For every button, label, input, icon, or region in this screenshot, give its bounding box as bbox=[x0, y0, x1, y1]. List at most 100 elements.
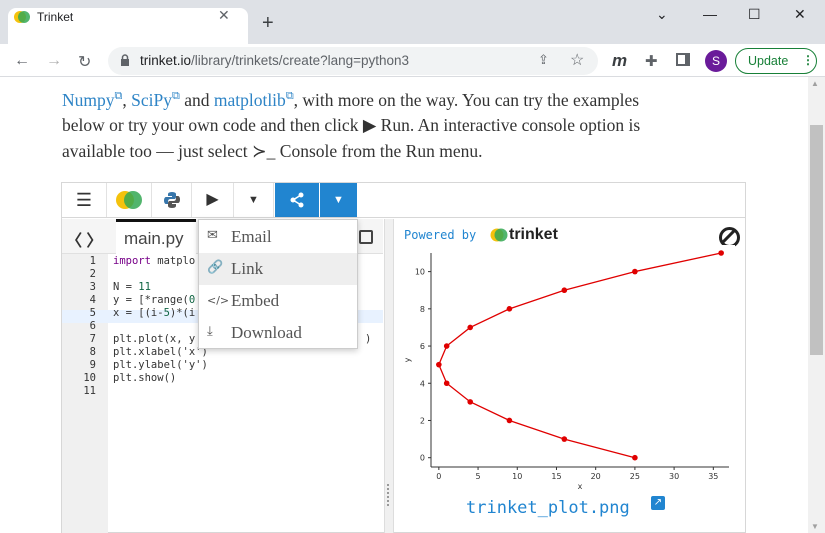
menu-item-email[interactable]: ✉ Email bbox=[199, 221, 357, 253]
intro-line2: below or try your own code and then clic… bbox=[62, 115, 641, 136]
close-window-button[interactable]: ✕ bbox=[794, 6, 806, 23]
code-line: N = 11 bbox=[113, 281, 151, 293]
plot-file-link[interactable]: trinket_plot.png bbox=[466, 498, 630, 518]
line-number: 4 bbox=[89, 294, 96, 306]
x-tick-label: 30 bbox=[669, 472, 679, 481]
plot-chart: 0 5 10 15 20 25 30 35 0 2 4 6 8 10 x y bbox=[404, 245, 735, 493]
line-number: 1 bbox=[89, 255, 96, 267]
menu-item-download[interactable]: ⤓ Download bbox=[199, 317, 357, 349]
share-button[interactable] bbox=[275, 183, 319, 217]
extensions-puzzle-icon[interactable]: ✚ bbox=[645, 52, 658, 70]
code-nav-arrows-icon[interactable]: 〈 〉 bbox=[66, 227, 102, 251]
line-number: 3 bbox=[89, 281, 96, 293]
data-point bbox=[561, 287, 568, 294]
update-button[interactable]: Update ⋮ bbox=[735, 48, 817, 74]
code-line: y = [*range(0 bbox=[113, 294, 196, 306]
side-panel-icon[interactable] bbox=[676, 53, 690, 66]
share-menu-caret-icon[interactable]: ▼ bbox=[320, 183, 357, 217]
line-number: 7 bbox=[89, 333, 96, 345]
data-point bbox=[718, 250, 724, 256]
splitter-grip[interactable] bbox=[387, 484, 391, 506]
code-line: plt.xlabel('x') bbox=[113, 346, 208, 358]
menu-item-label: Email bbox=[231, 227, 272, 246]
profile-avatar[interactable]: S bbox=[705, 50, 727, 72]
tab-close-icon[interactable]: ✕ bbox=[218, 7, 230, 24]
y-tick-label: 4 bbox=[420, 379, 425, 388]
trinket-logo-icon bbox=[14, 11, 30, 23]
y-tick-label: 10 bbox=[415, 268, 425, 277]
more-menu-icon[interactable]: ⋮ bbox=[802, 53, 814, 67]
update-label: Update bbox=[748, 54, 789, 68]
external-link-icon: ⧉ bbox=[114, 90, 123, 102]
powered-by-label: Powered by bbox=[404, 228, 477, 242]
share-icon bbox=[290, 192, 304, 208]
x-tick-label: 10 bbox=[512, 472, 522, 481]
data-point bbox=[561, 436, 568, 442]
data-point bbox=[467, 324, 474, 331]
menu-item-embed[interactable]: </> Embed bbox=[199, 285, 357, 317]
external-link-icon: ⧉ bbox=[285, 90, 294, 102]
data-point bbox=[632, 454, 638, 461]
line-number: 6 bbox=[89, 320, 96, 332]
x-tick-label: 5 bbox=[476, 472, 481, 481]
back-icon[interactable]: ← bbox=[14, 52, 30, 70]
menu-item-label: Embed bbox=[231, 291, 280, 310]
file-name: main.py bbox=[124, 229, 184, 248]
code-line: plt.ylabel('y') bbox=[113, 359, 208, 371]
matplotlib-link[interactable]: matplotlib bbox=[214, 90, 286, 110]
intro-paragraph: Numpy⧉, SciPy⧉ and matplotlib⧉, with mor… bbox=[62, 89, 641, 161]
minimize-button[interactable]: — bbox=[703, 6, 717, 22]
open-external-icon[interactable]: ↗ bbox=[651, 496, 665, 510]
line-number: 10 bbox=[83, 372, 96, 384]
run-button[interactable]: ▶ bbox=[192, 183, 234, 217]
code-line: plt.show() bbox=[113, 372, 177, 384]
scroll-down-icon[interactable]: ▼ bbox=[811, 522, 819, 531]
line-number: 8 bbox=[89, 346, 96, 358]
menu-item-label: Link bbox=[231, 259, 264, 278]
menu-item-link[interactable]: 🔗 Link bbox=[199, 253, 357, 285]
data-point bbox=[443, 380, 450, 387]
download-icon: ⤓ bbox=[207, 324, 213, 339]
run-menu-caret-icon[interactable]: ▼ bbox=[234, 183, 274, 217]
y-axis-label: y bbox=[404, 357, 412, 362]
code-line: plt.plot(x, y bbox=[113, 333, 196, 345]
chevron-down-icon[interactable]: ⌄ bbox=[656, 6, 668, 23]
trinket-brand: trinket bbox=[509, 226, 558, 243]
scroll-up-icon[interactable]: ▲ bbox=[811, 79, 819, 88]
code-line: import matplo bbox=[113, 255, 196, 267]
url-path: /library/trinkets/create?lang=python3 bbox=[191, 53, 410, 68]
code-icon: </> bbox=[207, 294, 230, 307]
code-line: x = [(i-5)*(i bbox=[113, 307, 196, 319]
x-tick-label: 0 bbox=[436, 472, 441, 481]
trinket-logo-icon bbox=[116, 191, 142, 209]
numpy-link[interactable]: Numpy bbox=[62, 90, 115, 110]
image-upload-icon[interactable] bbox=[359, 230, 373, 244]
forward-icon[interactable]: → bbox=[46, 52, 62, 70]
url-host: trinket.io bbox=[140, 53, 192, 68]
line-number: 9 bbox=[89, 359, 96, 371]
hamburger-menu-icon[interactable]: ☰ bbox=[62, 183, 107, 217]
reload-icon[interactable]: ↻ bbox=[78, 52, 91, 72]
external-link-icon: ⧉ bbox=[171, 90, 180, 102]
maximize-button[interactable]: ☐ bbox=[748, 6, 761, 23]
y-tick-label: 0 bbox=[420, 454, 425, 463]
share-page-icon[interactable]: ⇪ bbox=[538, 52, 549, 68]
data-point bbox=[506, 417, 513, 424]
link-icon: 🔗 bbox=[207, 260, 224, 275]
extension-m-icon[interactable]: m bbox=[612, 51, 627, 71]
scipy-link[interactable]: SciPy bbox=[131, 90, 172, 110]
data-point bbox=[436, 361, 442, 368]
trinket-logo-button[interactable] bbox=[107, 183, 152, 217]
data-point bbox=[632, 268, 638, 275]
menu-item-label: Download bbox=[231, 323, 302, 342]
line-number: 2 bbox=[89, 268, 96, 280]
x-tick-label: 25 bbox=[630, 472, 640, 481]
bookmark-star-icon[interactable]: ☆ bbox=[570, 50, 584, 70]
address-bar[interactable]: trinket.io/library/trinkets/create?lang=… bbox=[108, 47, 598, 75]
data-point bbox=[506, 306, 513, 312]
scrollbar-thumb[interactable] bbox=[810, 125, 823, 355]
x-tick-label: 15 bbox=[551, 472, 561, 481]
tab-title: Trinket bbox=[37, 10, 74, 24]
new-tab-button[interactable]: + bbox=[262, 13, 274, 33]
line-number: 5 bbox=[89, 307, 96, 319]
